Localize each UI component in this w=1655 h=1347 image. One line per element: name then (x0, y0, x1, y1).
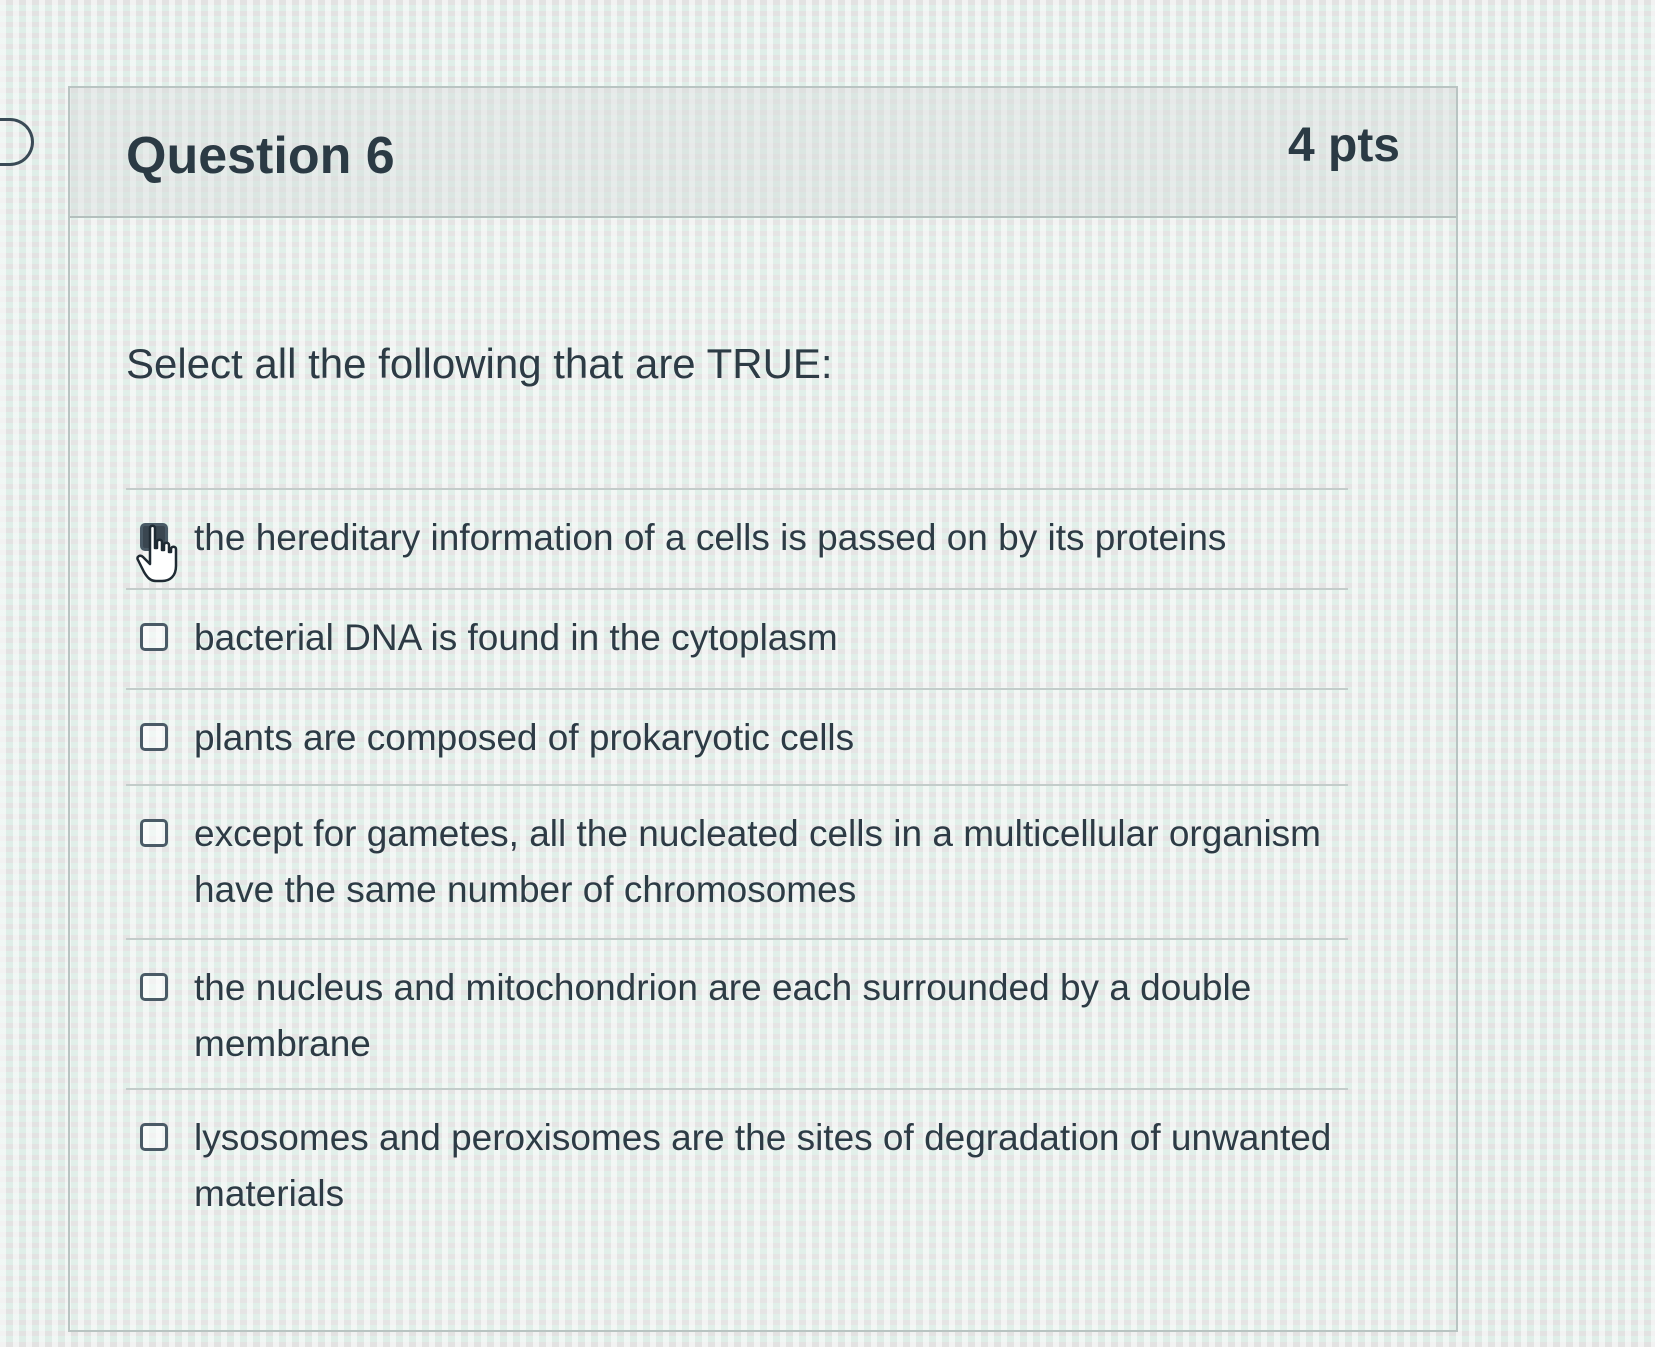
answer-option[interactable]: lysosomes and peroxisomes are the sites … (126, 1088, 1348, 1238)
answer-label: lysosomes and peroxisomes are the sites … (194, 1117, 1332, 1214)
answer-label: the nucleus and mitochondrion are each s… (194, 967, 1252, 1064)
answer-checkbox[interactable] (140, 973, 168, 1001)
answer-label: except for gametes, all the nucleated ce… (194, 813, 1322, 910)
answer-label: plants are composed of prokaryotic cells (194, 717, 855, 758)
answer-checkbox[interactable] (140, 723, 168, 751)
question-prompt: Select all the following that are TRUE: (126, 340, 833, 387)
answer-option[interactable]: the nucleus and mitochondrion are each s… (126, 938, 1348, 1088)
question-card: Question 6 4 pts Select all the followin… (68, 86, 1458, 1332)
answer-checkbox[interactable] (140, 819, 168, 847)
answer-list: the hereditary information of a cells is… (126, 488, 1348, 1238)
answer-option[interactable]: the hereditary information of a cells is… (126, 488, 1348, 588)
answer-label: the hereditary information of a cells is… (194, 517, 1227, 558)
answer-checkbox[interactable] (140, 1123, 168, 1151)
question-title: Question 6 (126, 127, 395, 185)
answer-option[interactable]: bacterial DNA is found in the cytoplasm (126, 588, 1348, 688)
answer-option[interactable]: plants are composed of prokaryotic cells (126, 688, 1348, 784)
answer-label: bacterial DNA is found in the cytoplasm (194, 617, 838, 658)
question-flag-icon[interactable] (0, 118, 34, 166)
hand-pointer-icon (136, 524, 178, 583)
answer-option[interactable]: except for gametes, all the nucleated ce… (126, 784, 1348, 938)
question-header: Question 6 4 pts (70, 88, 1456, 218)
question-points: 4 pts (1287, 119, 1400, 172)
answer-checkbox[interactable] (140, 623, 168, 651)
